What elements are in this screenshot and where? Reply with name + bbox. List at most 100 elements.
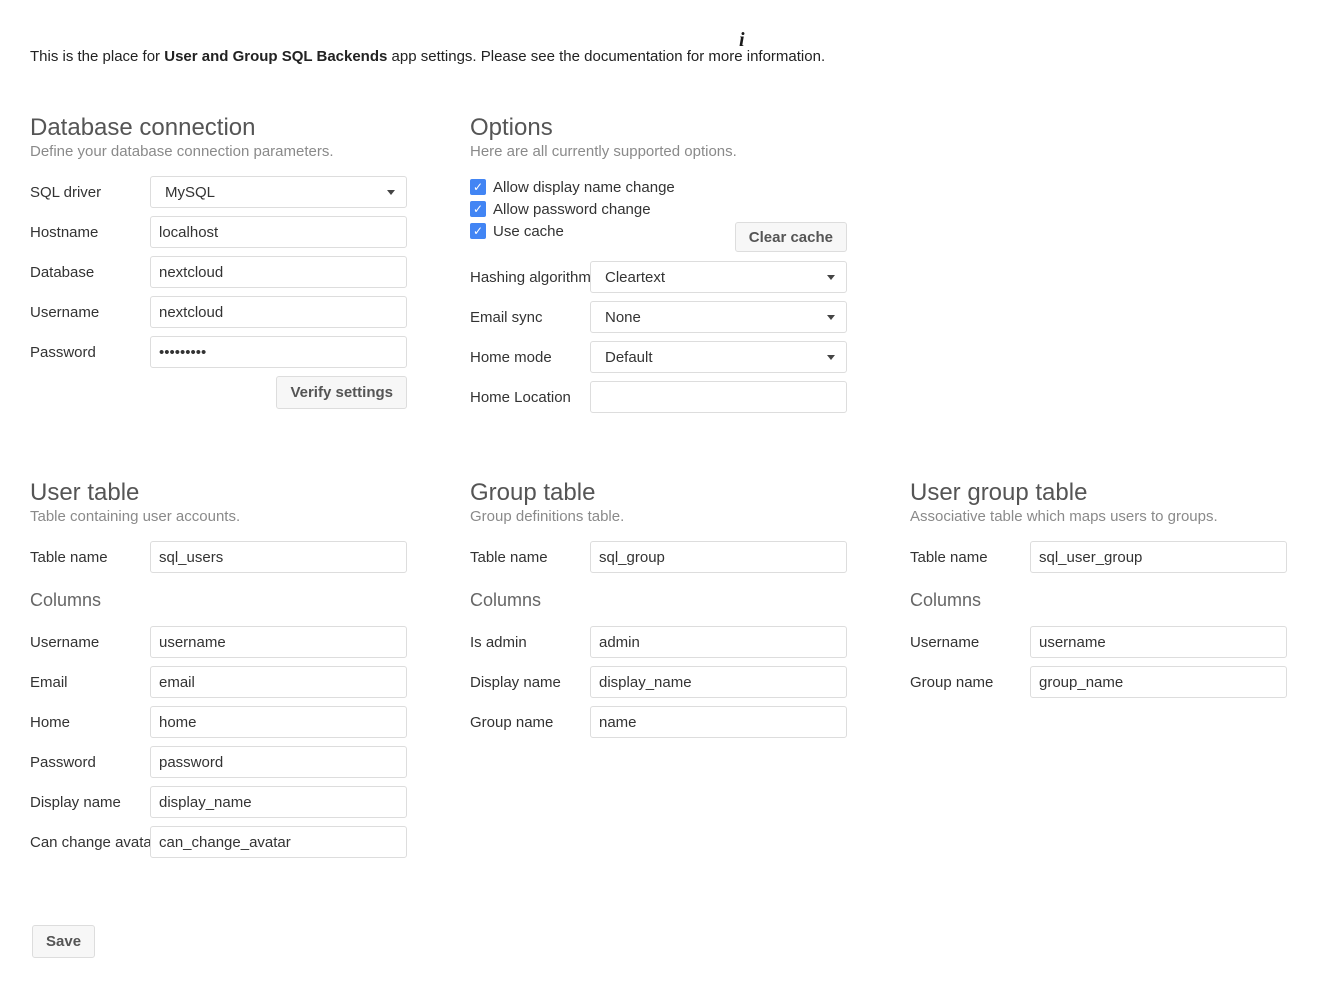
user-col-display-name-label: Display name <box>30 794 150 811</box>
user-col-can-change-avatar-input[interactable] <box>150 826 407 858</box>
group-table-name-row: Table name <box>470 541 847 573</box>
sql-driver-row: SQL driver MySQL <box>30 176 407 208</box>
user-table-columns-heading: Columns <box>30 588 407 612</box>
db-password-input[interactable] <box>150 336 407 368</box>
database-row: Database <box>30 256 407 288</box>
intro-text: This is the place for User and Group SQL… <box>30 48 825 66</box>
group-table-section: Group table Group definitions table. Tab… <box>470 478 847 746</box>
group-col-display-name-row: Display name <box>470 666 847 698</box>
group-col-display-name-input[interactable] <box>590 666 847 698</box>
home-location-input[interactable] <box>590 381 847 413</box>
allow-password-change-row[interactable]: ✓ Allow password change <box>470 198 847 220</box>
allow-display-name-change-row[interactable]: ✓ Allow display name change <box>470 176 847 198</box>
group-col-is-admin-row: Is admin <box>470 626 847 658</box>
group-table-subtitle: Group definitions table. <box>470 507 847 527</box>
group-col-group-name-input[interactable] <box>590 706 847 738</box>
user-col-username-row: Username <box>30 626 407 658</box>
user-col-display-name-row: Display name <box>30 786 407 818</box>
home-location-row: Home Location <box>470 381 847 413</box>
allow-password-change-label: Allow password change <box>493 201 651 218</box>
group-col-is-admin-input[interactable] <box>590 626 847 658</box>
usergroup-col-username-row: Username <box>910 626 1287 658</box>
group-table-columns-heading: Columns <box>470 588 847 612</box>
email-sync-select[interactable]: None <box>590 301 847 333</box>
database-label: Database <box>30 264 150 281</box>
user-table-name-label: Table name <box>30 549 150 566</box>
home-mode-row: Home mode Default <box>470 341 847 373</box>
hashing-algorithm-select-wrap: Cleartext <box>590 261 847 293</box>
usergroup-col-group-name-label: Group name <box>910 674 1030 691</box>
hostname-label: Hostname <box>30 224 150 241</box>
options-title: Options <box>470 113 847 142</box>
options-section: Options Here are all currently supported… <box>470 113 847 421</box>
db-username-row: Username <box>30 296 407 328</box>
allow-display-name-change-checkbox[interactable]: ✓ <box>470 179 486 195</box>
hostname-row: Hostname <box>30 216 407 248</box>
db-username-input[interactable] <box>150 296 407 328</box>
usergroup-table-columns-heading: Columns <box>910 588 1287 612</box>
sql-driver-select-wrap: MySQL <box>150 176 407 208</box>
user-col-username-input[interactable] <box>150 626 407 658</box>
user-table-name-row: Table name <box>30 541 407 573</box>
group-col-display-name-label: Display name <box>470 674 590 691</box>
hostname-input[interactable] <box>150 216 407 248</box>
user-col-display-name-input[interactable] <box>150 786 407 818</box>
database-input[interactable] <box>150 256 407 288</box>
use-cache-checkbox[interactable]: ✓ <box>470 223 486 239</box>
user-table-section: User table Table containing user account… <box>30 478 407 866</box>
email-sync-label: Email sync <box>470 309 590 326</box>
allow-password-change-checkbox[interactable]: ✓ <box>470 201 486 217</box>
save-button[interactable]: Save <box>32 925 95 958</box>
group-table-name-label: Table name <box>470 549 590 566</box>
usergroup-col-group-name-input[interactable] <box>1030 666 1287 698</box>
sql-driver-label: SQL driver <box>30 184 150 201</box>
intro-suffix: app settings. Please see the documentati… <box>387 48 825 65</box>
user-col-password-label: Password <box>30 754 150 771</box>
user-col-home-input[interactable] <box>150 706 407 738</box>
home-mode-select-wrap: Default <box>590 341 847 373</box>
home-mode-select[interactable]: Default <box>590 341 847 373</box>
use-cache-label: Use cache <box>493 223 564 240</box>
user-group-table-section: User group table Associative table which… <box>910 478 1287 706</box>
user-col-can-change-avatar-row: Can change avatar <box>30 826 407 858</box>
home-mode-label: Home mode <box>470 349 590 366</box>
usergroup-col-group-name-row: Group name <box>910 666 1287 698</box>
verify-settings-button[interactable]: Verify settings <box>276 376 407 409</box>
app-name: User and Group SQL Backends <box>164 48 387 65</box>
group-col-is-admin-label: Is admin <box>470 634 590 651</box>
database-connection-title: Database connection <box>30 113 407 142</box>
info-icon[interactable]: i <box>739 29 745 52</box>
usergroup-table-name-input[interactable] <box>1030 541 1287 573</box>
group-table-title: Group table <box>470 478 847 507</box>
user-col-username-label: Username <box>30 634 150 651</box>
hashing-algorithm-label: Hashing algorithm <box>470 269 590 286</box>
usergroup-col-username-input[interactable] <box>1030 626 1287 658</box>
group-table-name-input[interactable] <box>590 541 847 573</box>
group-col-group-name-label: Group name <box>470 714 590 731</box>
database-connection-subtitle: Define your database connection paramete… <box>30 142 407 162</box>
clear-cache-button[interactable]: Clear cache <box>735 222 847 252</box>
sql-driver-select[interactable]: MySQL <box>150 176 407 208</box>
home-location-label: Home Location <box>470 389 590 406</box>
user-group-table-title: User group table <box>910 478 1287 507</box>
user-table-name-input[interactable] <box>150 541 407 573</box>
user-col-password-input[interactable] <box>150 746 407 778</box>
user-table-title: User table <box>30 478 407 507</box>
allow-display-name-change-label: Allow display name change <box>493 179 675 196</box>
usergroup-table-name-row: Table name <box>910 541 1287 573</box>
user-group-table-subtitle: Associative table which maps users to gr… <box>910 507 1287 527</box>
email-sync-row: Email sync None <box>470 301 847 333</box>
checkmark-icon: ✓ <box>473 203 483 215</box>
usergroup-col-username-label: Username <box>910 634 1030 651</box>
db-password-row: Password <box>30 336 407 368</box>
database-connection-section: Database connection Define your database… <box>30 113 407 409</box>
intro-prefix: This is the place for <box>30 48 164 65</box>
usergroup-table-name-label: Table name <box>910 549 1030 566</box>
db-password-label: Password <box>30 344 150 361</box>
user-col-home-label: Home <box>30 714 150 731</box>
user-col-password-row: Password <box>30 746 407 778</box>
email-sync-select-wrap: None <box>590 301 847 333</box>
user-col-email-input[interactable] <box>150 666 407 698</box>
hashing-algorithm-select[interactable]: Cleartext <box>590 261 847 293</box>
user-col-email-label: Email <box>30 674 150 691</box>
